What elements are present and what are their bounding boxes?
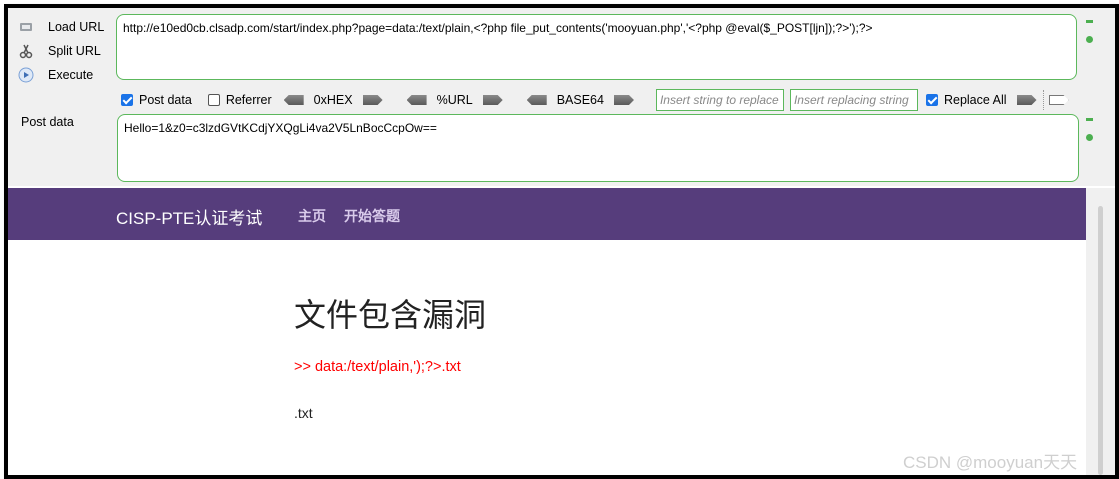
execute-button[interactable]: Execute bbox=[18, 67, 93, 83]
referrer-checkbox[interactable]: Referrer bbox=[207, 93, 272, 107]
encode-arrow-icon[interactable] bbox=[613, 95, 634, 105]
split-url-label: Split URL bbox=[48, 44, 101, 58]
checkbox-unchecked-icon bbox=[207, 94, 220, 106]
post-data-input[interactable]: Hello=1&z0=c3lzdGVtKCdjYXQgLi4va2V5LnBoc… bbox=[117, 114, 1079, 182]
browser-window: Load URL Split URL Execute http://e10ed0… bbox=[4, 4, 1119, 479]
replace-all-arrow-icon[interactable] bbox=[1048, 95, 1069, 105]
nav-home[interactable]: 主页 bbox=[298, 206, 326, 226]
split-url-button[interactable]: Split URL bbox=[18, 43, 101, 59]
page-scrollbar[interactable] bbox=[1086, 188, 1115, 475]
expand-url-icon[interactable] bbox=[1086, 36, 1093, 43]
base64-label: BASE64 bbox=[556, 93, 604, 107]
play-icon bbox=[18, 67, 34, 83]
referrer-checkbox-label: Referrer bbox=[225, 93, 272, 107]
include-path-message: >> data:/text/plain,');?>.txt bbox=[294, 359, 461, 375]
encode-arrow-icon[interactable] bbox=[362, 95, 383, 105]
page-title: 文件包含漏洞 bbox=[294, 297, 487, 333]
watermark: CSDN @mooyuan天天 bbox=[903, 453, 1078, 472]
include-result-text: .txt bbox=[294, 405, 313, 421]
load-url-button[interactable]: Load URL bbox=[18, 19, 104, 35]
replace-all-label: Replace All bbox=[943, 93, 1007, 107]
decode-arrow-icon[interactable] bbox=[526, 95, 547, 105]
site-navbar: CISP-PTE认证考试 主页 开始答题 bbox=[8, 188, 1086, 240]
checkbox-checked-icon bbox=[121, 94, 133, 106]
url-input[interactable]: http://e10ed0cb.clsadp.com/start/index.p… bbox=[116, 14, 1077, 80]
page-content: 文件包含漏洞 >> data:/text/plain,');?>.txt .tx… bbox=[8, 240, 1086, 475]
decode-arrow-icon[interactable] bbox=[283, 95, 304, 105]
replace-all-checkbox[interactable]: Replace All bbox=[925, 93, 1007, 107]
scissors-icon bbox=[18, 43, 34, 59]
replace-string-input[interactable]: Insert string to replace bbox=[655, 89, 784, 111]
expand-post-icon[interactable] bbox=[1086, 134, 1093, 141]
load-url-label: Load URL bbox=[48, 20, 105, 34]
hackbar-toolbar: Load URL Split URL Execute http://e10ed0… bbox=[8, 8, 1115, 186]
encode-arrow-icon[interactable] bbox=[482, 95, 503, 105]
collapse-url-icon[interactable] bbox=[1086, 20, 1093, 23]
execute-label: Execute bbox=[48, 68, 94, 82]
options-row: Post data Referrer 0xHEX %URL BASE64 Ins… bbox=[121, 89, 1069, 111]
site-brand[interactable]: CISP-PTE认证考试 bbox=[116, 204, 262, 229]
decode-arrow-icon[interactable] bbox=[406, 95, 427, 105]
hex-encoder[interactable]: 0xHEX bbox=[283, 93, 383, 107]
replace-arrow-icon[interactable] bbox=[1016, 95, 1037, 105]
base64-encoder[interactable]: BASE64 bbox=[526, 93, 634, 107]
replacing-string-input[interactable]: Insert replacing string bbox=[789, 89, 918, 111]
collapse-post-icon[interactable] bbox=[1086, 118, 1093, 121]
hex-label: 0xHEX bbox=[313, 93, 353, 107]
post-data-checkbox-label: Post data bbox=[139, 93, 192, 107]
post-data-label: Post data bbox=[21, 115, 74, 129]
post-data-checkbox[interactable]: Post data bbox=[121, 93, 192, 107]
url-encode-label: %URL bbox=[436, 93, 473, 107]
url-encoder[interactable]: %URL bbox=[406, 93, 503, 107]
checkbox-checked-icon bbox=[925, 94, 938, 106]
scrollbar-thumb[interactable] bbox=[1098, 206, 1103, 475]
toolbar-separator bbox=[1042, 90, 1045, 110]
nav-start-quiz[interactable]: 开始答题 bbox=[344, 206, 400, 226]
load-url-icon bbox=[18, 19, 34, 35]
